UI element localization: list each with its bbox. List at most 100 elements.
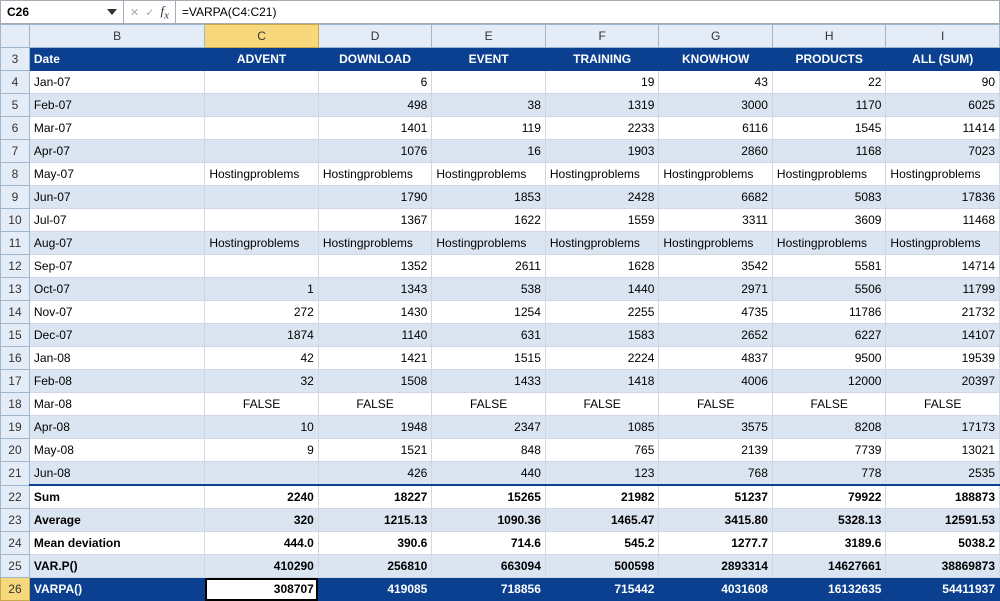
data-cell[interactable]: 9500: [772, 347, 886, 370]
row-header[interactable]: 21: [1, 462, 30, 486]
summary-cell[interactable]: 14627661: [772, 555, 886, 578]
data-cell[interactable]: FALSE: [886, 393, 1000, 416]
data-cell[interactable]: Hostingproblems: [772, 163, 886, 186]
data-cell[interactable]: 1401: [318, 117, 432, 140]
data-cell[interactable]: 1853: [432, 186, 546, 209]
data-cell[interactable]: 1622: [432, 209, 546, 232]
row-header[interactable]: 7: [1, 140, 30, 163]
row-header[interactable]: 20: [1, 439, 30, 462]
date-cell[interactable]: Feb-07: [29, 94, 204, 117]
data-cell[interactable]: 20397: [886, 370, 1000, 393]
date-cell[interactable]: Nov-07: [29, 301, 204, 324]
summary-cell[interactable]: 54411937: [886, 578, 1000, 601]
date-cell[interactable]: Jan-08: [29, 347, 204, 370]
data-cell[interactable]: 1352: [318, 255, 432, 278]
data-cell[interactable]: 1583: [545, 324, 659, 347]
data-cell[interactable]: 3575: [659, 416, 773, 439]
col-header[interactable]: E: [432, 25, 546, 48]
data-cell[interactable]: 13021: [886, 439, 1000, 462]
summary-cell[interactable]: 718856: [432, 578, 546, 601]
data-cell[interactable]: 1367: [318, 209, 432, 232]
date-cell[interactable]: May-08: [29, 439, 204, 462]
data-cell[interactable]: 1430: [318, 301, 432, 324]
summary-cell[interactable]: 15265: [432, 485, 546, 509]
formula-input[interactable]: =VARPA(C4:C21): [176, 1, 999, 23]
data-cell[interactable]: [205, 117, 319, 140]
data-cell[interactable]: 765: [545, 439, 659, 462]
data-cell[interactable]: Hostingproblems: [772, 232, 886, 255]
summary-cell[interactable]: 1277.7: [659, 532, 773, 555]
date-cell[interactable]: Apr-08: [29, 416, 204, 439]
table-header-cell[interactable]: TRAINING: [545, 48, 659, 71]
data-cell[interactable]: 1508: [318, 370, 432, 393]
data-cell[interactable]: 19539: [886, 347, 1000, 370]
row-header[interactable]: 17: [1, 370, 30, 393]
col-header[interactable]: B: [29, 25, 204, 48]
date-cell[interactable]: May-07: [29, 163, 204, 186]
summary-cell[interactable]: 1465.47: [545, 509, 659, 532]
summary-cell[interactable]: 308707: [205, 578, 319, 601]
data-cell[interactable]: 3609: [772, 209, 886, 232]
data-cell[interactable]: 2535: [886, 462, 1000, 486]
col-header[interactable]: F: [545, 25, 659, 48]
summary-cell[interactable]: 4031608: [659, 578, 773, 601]
data-cell[interactable]: 123: [545, 462, 659, 486]
data-cell[interactable]: 22: [772, 71, 886, 94]
data-cell[interactable]: Hostingproblems: [659, 163, 773, 186]
row-header[interactable]: 10: [1, 209, 30, 232]
data-cell[interactable]: 11786: [772, 301, 886, 324]
table-header-cell[interactable]: ALL (SUM): [886, 48, 1000, 71]
data-cell[interactable]: 272: [205, 301, 319, 324]
data-cell[interactable]: 1140: [318, 324, 432, 347]
fx-icon[interactable]: fx: [160, 3, 168, 22]
data-cell[interactable]: 6682: [659, 186, 773, 209]
data-cell[interactable]: [205, 209, 319, 232]
summary-cell[interactable]: 320: [205, 509, 319, 532]
data-cell[interactable]: Hostingproblems: [886, 232, 1000, 255]
data-cell[interactable]: 768: [659, 462, 773, 486]
data-cell[interactable]: 5083: [772, 186, 886, 209]
col-header[interactable]: D: [318, 25, 432, 48]
data-cell[interactable]: 1948: [318, 416, 432, 439]
data-cell[interactable]: 1076: [318, 140, 432, 163]
data-cell[interactable]: 4006: [659, 370, 773, 393]
data-cell[interactable]: 11414: [886, 117, 1000, 140]
row-header[interactable]: 13: [1, 278, 30, 301]
data-cell[interactable]: Hostingproblems: [432, 232, 546, 255]
data-cell[interactable]: Hostingproblems: [545, 232, 659, 255]
data-cell[interactable]: Hostingproblems: [205, 232, 319, 255]
row-header[interactable]: 24: [1, 532, 30, 555]
data-cell[interactable]: 426: [318, 462, 432, 486]
row-header[interactable]: 11: [1, 232, 30, 255]
row-header[interactable]: 23: [1, 509, 30, 532]
data-cell[interactable]: [205, 94, 319, 117]
data-cell[interactable]: Hostingproblems: [545, 163, 659, 186]
summary-label[interactable]: Sum: [29, 485, 204, 509]
summary-cell[interactable]: 18227: [318, 485, 432, 509]
data-cell[interactable]: [205, 255, 319, 278]
summary-cell[interactable]: 79922: [772, 485, 886, 509]
select-all-cell[interactable]: [1, 25, 30, 48]
data-cell[interactable]: 7739: [772, 439, 886, 462]
summary-cell[interactable]: 5038.2: [886, 532, 1000, 555]
data-cell[interactable]: 1628: [545, 255, 659, 278]
data-cell[interactable]: 1515: [432, 347, 546, 370]
data-cell[interactable]: 1418: [545, 370, 659, 393]
summary-cell[interactable]: 3415.80: [659, 509, 773, 532]
summary-cell[interactable]: 188873: [886, 485, 1000, 509]
cancel-icon[interactable]: ✕: [130, 6, 139, 19]
row-header[interactable]: 5: [1, 94, 30, 117]
date-cell[interactable]: Mar-08: [29, 393, 204, 416]
summary-cell[interactable]: 444.0: [205, 532, 319, 555]
table-header-cell[interactable]: EVENT: [432, 48, 546, 71]
date-cell[interactable]: Apr-07: [29, 140, 204, 163]
summary-cell[interactable]: 16132635: [772, 578, 886, 601]
row-header[interactable]: 4: [1, 71, 30, 94]
summary-cell[interactable]: 21982: [545, 485, 659, 509]
row-header[interactable]: 19: [1, 416, 30, 439]
data-cell[interactable]: 1319: [545, 94, 659, 117]
data-cell[interactable]: 2860: [659, 140, 773, 163]
row-header[interactable]: 3: [1, 48, 30, 71]
data-cell[interactable]: Hostingproblems: [318, 163, 432, 186]
summary-cell[interactable]: 1215.13: [318, 509, 432, 532]
